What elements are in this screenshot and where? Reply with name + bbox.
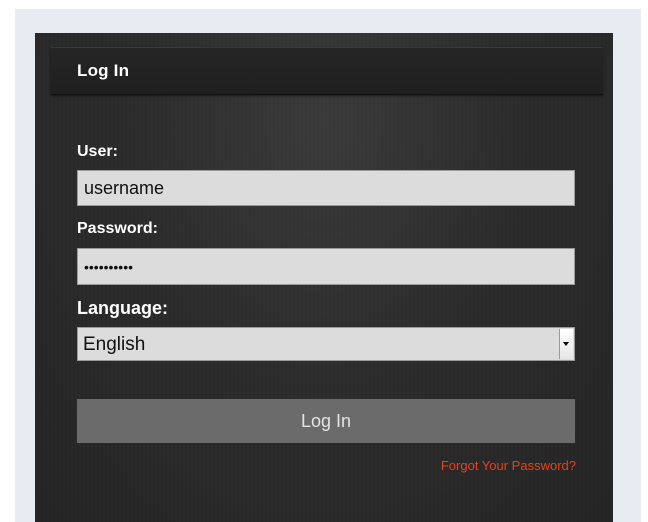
panel-title: Log In [77, 61, 130, 80]
password-input[interactable] [77, 248, 575, 285]
user-label: User: [77, 143, 118, 160]
language-select-value: English [83, 334, 146, 355]
language-select[interactable]: English [77, 327, 575, 361]
panel-header: Log In [51, 47, 603, 95]
login-panel: Log In User: Password: Language: English… [35, 33, 613, 522]
chevron-down-icon[interactable] [559, 329, 573, 359]
language-label: Language: [77, 298, 169, 318]
password-label: Password: [77, 220, 158, 237]
username-input[interactable] [77, 170, 575, 206]
forgot-password-link[interactable]: Forgot Your Password? [441, 458, 576, 473]
login-button[interactable]: Log In [77, 399, 575, 443]
